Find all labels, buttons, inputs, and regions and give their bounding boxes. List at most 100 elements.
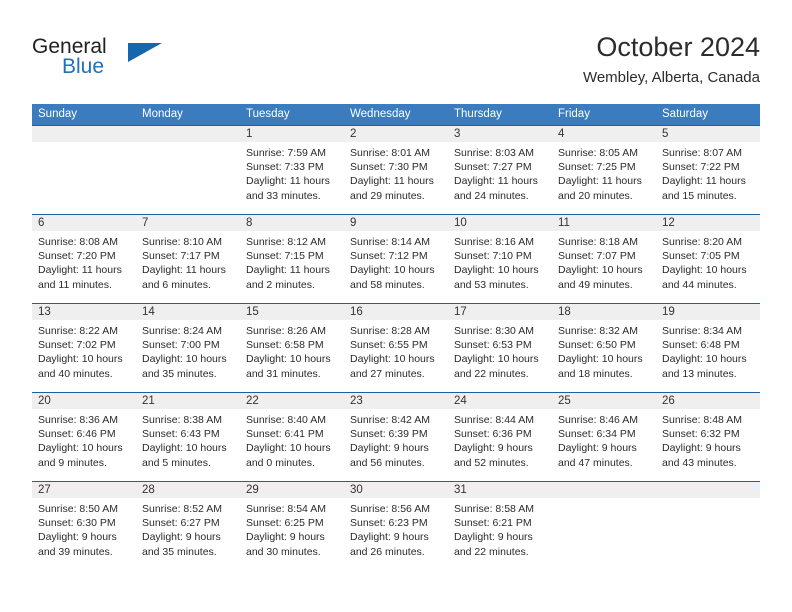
daylight-text-line2: and 56 minutes.: [350, 456, 425, 469]
day-cell[interactable]: 12 Sunrise: 8:20 AM Sunset: 7:05 PM Dayligh…: [656, 215, 760, 303]
day-number: 7: [136, 215, 240, 231]
daylight-text-line1: Daylight: 10 hours: [662, 353, 747, 366]
day-cell[interactable]: 22 Sunrise: 8:40 AM Sunset: 6:41 PM Dayligh…: [240, 393, 344, 481]
daylight-text-line1: Daylight: 10 hours: [246, 353, 331, 366]
page-header: General Blue October 2024 Wembley, Alber…: [32, 30, 760, 92]
daylight-text-line1: Daylight: 10 hours: [246, 442, 331, 455]
day-cell[interactable]: 19 Sunrise: 8:34 AM Sunset: 6:48 PM Dayligh…: [656, 304, 760, 392]
sunset-text: Sunset: 7:07 PM: [558, 250, 636, 263]
page-title: October 2024: [596, 32, 760, 62]
day-number: 12: [656, 215, 760, 231]
day-cell[interactable]: 10 Sunrise: 8:16 AM Sunset: 7:10 PM Dayligh…: [448, 215, 552, 303]
daylight-text-line1: Daylight: 10 hours: [38, 353, 123, 366]
weekday-header-friday: Friday: [558, 108, 590, 120]
day-cell[interactable]: 11 Sunrise: 8:18 AM Sunset: 7:07 PM Dayligh…: [552, 215, 656, 303]
day-cell[interactable]: 7 Sunrise: 8:10 AM Sunset: 7:17 PM Daylight…: [136, 215, 240, 303]
day-cell[interactable]: 1 Sunrise: 7:59 AM Sunset: 7:33 PM Daylight…: [240, 126, 344, 214]
sunset-text: Sunset: 6:27 PM: [142, 517, 220, 530]
daylight-text-line2: and 13 minutes.: [662, 367, 737, 380]
day-cell[interactable]: 25 Sunrise: 8:46 AM Sunset: 6:34 PM Dayligh…: [552, 393, 656, 481]
sunrise-text: Sunrise: 8:48 AM: [662, 414, 742, 426]
day-cell[interactable]: 17 Sunrise: 8:30 AM Sunset: 6:53 PM Dayligh…: [448, 304, 552, 392]
day-details: Sunrise: 8:12 AM Sunset: 7:15 PM Daylight:…: [240, 231, 344, 292]
day-cell[interactable]: 23 Sunrise: 8:42 AM Sunset: 6:39 PM Dayligh…: [344, 393, 448, 481]
daylight-text-line2: and 49 minutes.: [558, 278, 633, 291]
day-details: Sunrise: 8:46 AM Sunset: 6:34 PM Daylight:…: [552, 409, 656, 470]
day-cell[interactable]: 3 Sunrise: 8:03 AM Sunset: 7:27 PM Daylight…: [448, 126, 552, 214]
weekday-header-thursday: Thursday: [454, 108, 502, 120]
daylight-text-line1: Daylight: 11 hours: [142, 264, 226, 277]
daylight-text-line1: Daylight: 11 hours: [558, 175, 642, 188]
day-cell[interactable]: 16 Sunrise: 8:28 AM Sunset: 6:55 PM Dayligh…: [344, 304, 448, 392]
weekday-header-saturday: Saturday: [662, 108, 709, 120]
daylight-text-line2: and 26 minutes.: [350, 545, 425, 558]
day-number: 28: [136, 482, 240, 498]
daylight-text-line2: and 0 minutes.: [246, 456, 315, 469]
day-number: 4: [552, 126, 656, 142]
day-cell[interactable]: 30 Sunrise: 8:56 AM Sunset: 6:23 PM Dayligh…: [344, 482, 448, 570]
day-cell[interactable]: 29 Sunrise: 8:54 AM Sunset: 6:25 PM Dayligh…: [240, 482, 344, 570]
day-cell[interactable]: 20 Sunrise: 8:36 AM Sunset: 6:46 PM Dayligh…: [32, 393, 136, 481]
sunset-text: Sunset: 6:53 PM: [454, 339, 532, 352]
day-details: Sunrise: 8:54 AM Sunset: 6:25 PM Daylight:…: [240, 498, 344, 559]
sunrise-text: Sunrise: 8:03 AM: [454, 147, 534, 159]
general-blue-logo[interactable]: General Blue: [32, 36, 232, 90]
sunset-text: Sunset: 7:05 PM: [662, 250, 740, 263]
day-details: Sunrise: 8:08 AM Sunset: 7:20 PM Daylight:…: [32, 231, 136, 292]
day-cell[interactable]: 18 Sunrise: 8:32 AM Sunset: 6:50 PM Dayligh…: [552, 304, 656, 392]
day-cell[interactable]: 9 Sunrise: 8:14 AM Sunset: 7:12 PM Daylight…: [344, 215, 448, 303]
day-cell[interactable]: 5 Sunrise: 8:07 AM Sunset: 7:22 PM Daylight…: [656, 126, 760, 214]
day-cell[interactable]: 6 Sunrise: 8:08 AM Sunset: 7:20 PM Daylight…: [32, 215, 136, 303]
day-cell[interactable]: 15 Sunrise: 8:26 AM Sunset: 6:58 PM Dayligh…: [240, 304, 344, 392]
day-details: Sunrise: 8:03 AM Sunset: 7:27 PM Daylight:…: [448, 142, 552, 203]
day-cell[interactable]: 8 Sunrise: 8:12 AM Sunset: 7:15 PM Daylight…: [240, 215, 344, 303]
daylight-text-line2: and 27 minutes.: [350, 367, 425, 380]
daylight-text-line1: Daylight: 9 hours: [558, 442, 637, 455]
daylight-text-line2: and 30 minutes.: [246, 545, 321, 558]
day-details: Sunrise: 8:52 AM Sunset: 6:27 PM Daylight:…: [136, 498, 240, 559]
day-number: [656, 482, 760, 498]
sunrise-text: Sunrise: 8:01 AM: [350, 147, 430, 159]
day-cell[interactable]: 28 Sunrise: 8:52 AM Sunset: 6:27 PM Dayligh…: [136, 482, 240, 570]
daylight-text-line2: and 11 minutes.: [38, 278, 112, 291]
day-number: 29: [240, 482, 344, 498]
sunset-text: Sunset: 7:30 PM: [350, 161, 428, 174]
daylight-text-line2: and 24 minutes.: [454, 189, 529, 202]
daylight-text-line1: Daylight: 10 hours: [454, 353, 539, 366]
sunrise-text: Sunrise: 8:30 AM: [454, 325, 534, 337]
sunset-text: Sunset: 6:58 PM: [246, 339, 324, 352]
day-number: 13: [32, 304, 136, 320]
day-cell[interactable]: 21 Sunrise: 8:38 AM Sunset: 6:43 PM Dayligh…: [136, 393, 240, 481]
day-cell[interactable]: 31 Sunrise: 8:58 AM Sunset: 6:21 PM Dayligh…: [448, 482, 552, 570]
day-details: Sunrise: 8:38 AM Sunset: 6:43 PM Daylight:…: [136, 409, 240, 470]
day-details: Sunrise: 8:28 AM Sunset: 6:55 PM Daylight:…: [344, 320, 448, 381]
sunrise-text: Sunrise: 8:12 AM: [246, 236, 326, 248]
day-number: 30: [344, 482, 448, 498]
daylight-text-line1: Daylight: 10 hours: [38, 442, 123, 455]
daylight-text-line2: and 22 minutes.: [454, 367, 529, 380]
week-row: 13 Sunrise: 8:22 AM Sunset: 7:02 PM Dayligh…: [32, 303, 760, 392]
daylight-text-line2: and 33 minutes.: [246, 189, 321, 202]
day-cell[interactable]: 4 Sunrise: 8:05 AM Sunset: 7:25 PM Daylight…: [552, 126, 656, 214]
day-number: [136, 126, 240, 142]
week-row: 6 Sunrise: 8:08 AM Sunset: 7:20 PM Daylight…: [32, 214, 760, 303]
sunset-text: Sunset: 6:48 PM: [662, 339, 740, 352]
day-cell-empty: [136, 126, 240, 214]
day-cell[interactable]: 26 Sunrise: 8:48 AM Sunset: 6:32 PM Dayligh…: [656, 393, 760, 481]
day-cell[interactable]: 2 Sunrise: 8:01 AM Sunset: 7:30 PM Daylight…: [344, 126, 448, 214]
day-details: Sunrise: 8:50 AM Sunset: 6:30 PM Daylight:…: [32, 498, 136, 559]
sunrise-text: Sunrise: 8:14 AM: [350, 236, 430, 248]
weekday-header-tuesday: Tuesday: [246, 108, 290, 120]
weekday-header-sunday: Sunday: [38, 108, 78, 120]
day-cell[interactable]: 14 Sunrise: 8:24 AM Sunset: 7:00 PM Dayligh…: [136, 304, 240, 392]
day-number: 3: [448, 126, 552, 142]
sunset-text: Sunset: 6:41 PM: [246, 428, 324, 441]
day-number: 10: [448, 215, 552, 231]
day-cell[interactable]: 13 Sunrise: 8:22 AM Sunset: 7:02 PM Dayligh…: [32, 304, 136, 392]
day-cell[interactable]: 27 Sunrise: 8:50 AM Sunset: 6:30 PM Dayligh…: [32, 482, 136, 570]
day-number: 11: [552, 215, 656, 231]
daylight-text-line2: and 43 minutes.: [662, 456, 737, 469]
day-cell[interactable]: 24 Sunrise: 8:44 AM Sunset: 6:36 PM Dayligh…: [448, 393, 552, 481]
daylight-text-line1: Daylight: 11 hours: [38, 264, 122, 277]
day-number: 9: [344, 215, 448, 231]
